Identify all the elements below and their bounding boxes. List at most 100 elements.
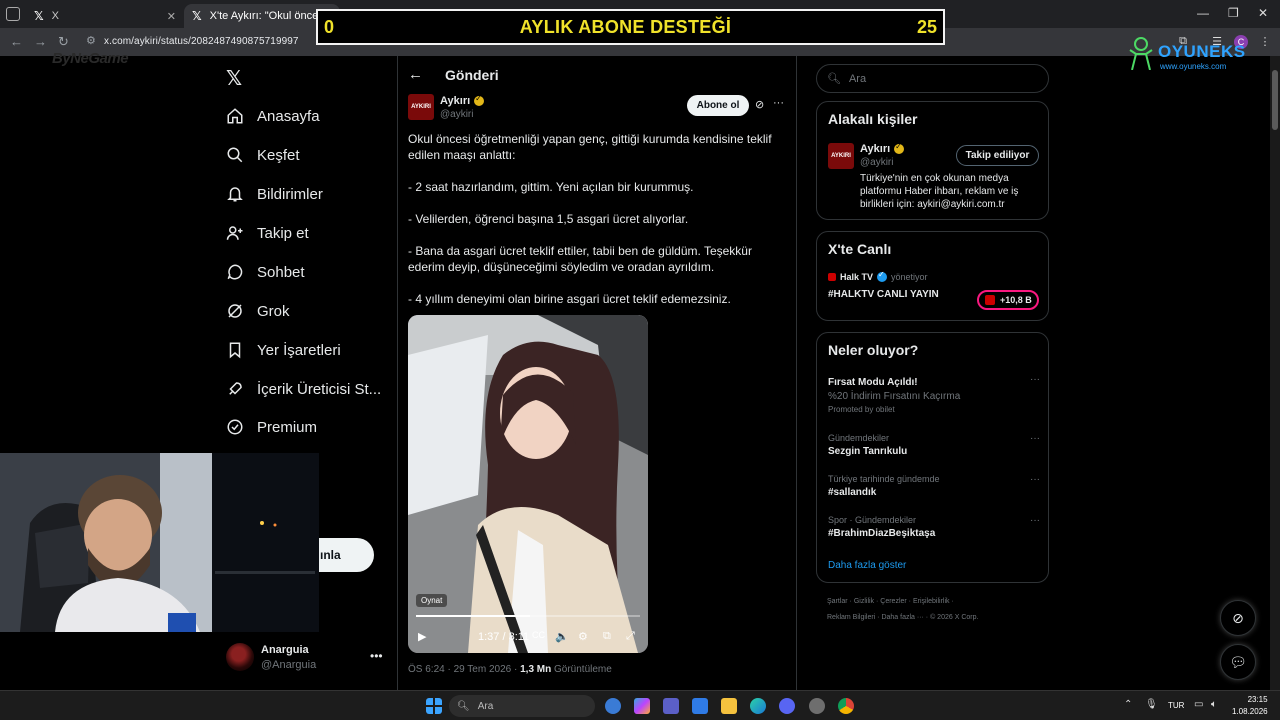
fullscreen-icon[interactable]: ⤢ bbox=[626, 630, 635, 643]
more-icon[interactable]: ••• bbox=[370, 649, 383, 663]
reload-icon[interactable]: ↻ bbox=[58, 34, 69, 50]
trend-promo: Promoted by obilet bbox=[828, 405, 895, 414]
volume-icon[interactable]: 🔈︎ bbox=[1211, 699, 1217, 710]
more-icon[interactable]: ··· bbox=[1030, 474, 1040, 485]
teams-icon[interactable] bbox=[663, 698, 679, 714]
search-icon bbox=[227, 147, 243, 163]
more-icon[interactable]: ··· bbox=[773, 97, 784, 109]
live-listeners: +10,8 B bbox=[1000, 295, 1032, 305]
trends-panel: Neler oluyor? Fırsat Modu Açıldı! %20 İn… bbox=[816, 332, 1049, 583]
sidebar-item-home[interactable]: Anasayfa bbox=[226, 102, 320, 130]
live-listeners-pill[interactable]: +10,8 B bbox=[977, 290, 1039, 310]
post-datetime[interactable]: ÖS 6:24 · 29 Tem 2026 · bbox=[408, 664, 520, 675]
subscribe-button[interactable]: Abone ol bbox=[687, 95, 749, 116]
app-icon[interactable] bbox=[605, 698, 621, 714]
discord-icon[interactable] bbox=[779, 698, 795, 714]
sidebar-item-follow[interactable]: Takip et bbox=[226, 219, 309, 247]
scrollbar[interactable] bbox=[1270, 56, 1280, 690]
minimize-icon[interactable]: — bbox=[1197, 6, 1209, 20]
taskbar-search-input[interactable]: 🔍︎ Ara bbox=[449, 695, 595, 717]
window-close-icon[interactable]: ✕ bbox=[1258, 6, 1268, 20]
sidebar-item-premium[interactable]: Premium bbox=[226, 413, 317, 441]
taskbar-clock[interactable]: 23:15 1.08.2026 bbox=[1232, 694, 1268, 718]
add-user-icon bbox=[226, 226, 243, 240]
related-avatar[interactable]: AYKIRI bbox=[828, 143, 854, 169]
live-panel: X'te Canlı Halk TV yönetiyor #HALKTV CAN… bbox=[816, 231, 1049, 321]
chrome-icon[interactable] bbox=[838, 698, 854, 714]
network-icon[interactable]: ▭ bbox=[1194, 699, 1203, 710]
more-icon[interactable]: ··· bbox=[1030, 374, 1040, 385]
author-avatar[interactable]: AYKIRI bbox=[408, 94, 434, 120]
grok-fab-icon[interactable]: ⊘ bbox=[1220, 600, 1256, 636]
live-stream-title[interactable]: #HALKTV CANLI YAYIN bbox=[828, 289, 939, 300]
more-icon[interactable]: ··· bbox=[1030, 433, 1040, 444]
search-icon: 🔍︎ bbox=[827, 73, 841, 85]
pip-icon[interactable]: ⧉ bbox=[603, 630, 611, 643]
x-logo-icon[interactable]: 𝕏 bbox=[226, 66, 242, 91]
sidebar-item-label: Yer İşaretleri bbox=[257, 341, 341, 359]
sidebar-item-bookmarks[interactable]: Yer İşaretleri bbox=[226, 336, 341, 364]
file-explorer-icon[interactable] bbox=[721, 698, 737, 714]
trend-item[interactable]: Fırsat Modu Açıldı! %20 İndirim Fırsatın… bbox=[828, 374, 1040, 414]
trend-item[interactable]: Türkiye tarihinde gündemde #sallandık ··… bbox=[828, 474, 1040, 498]
footer-links[interactable]: Reklam Bilgileri · Daha fazla ··· · © 20… bbox=[827, 614, 978, 621]
related-handle[interactable]: @aykiri bbox=[860, 157, 894, 168]
play-icon[interactable]: ▶ bbox=[418, 630, 426, 643]
maximize-icon[interactable]: ❐ bbox=[1228, 6, 1239, 20]
trend-title: #BrahimDiazBeşiktaşa bbox=[828, 528, 936, 539]
scrollbar-thumb[interactable] bbox=[1272, 70, 1278, 130]
store-icon[interactable] bbox=[692, 698, 708, 714]
messages-fab-icon[interactable]: 💬︎ bbox=[1220, 644, 1256, 680]
edge-icon[interactable] bbox=[750, 698, 766, 714]
rocket-icon bbox=[229, 382, 242, 395]
url-field[interactable]: x.com/aykiri/status/2082487490875719997 bbox=[104, 36, 299, 47]
sidebar-item-notifications[interactable]: Bildirimler bbox=[226, 180, 323, 208]
account-switcher[interactable]: Anarguia @Anarguia ••• bbox=[226, 643, 386, 675]
sidebar-item-grok[interactable]: Grok bbox=[226, 297, 290, 325]
related-name[interactable]: Aykırı bbox=[860, 142, 905, 155]
windows-start-icon[interactable] bbox=[426, 698, 442, 714]
search-placeholder: Ara bbox=[848, 72, 867, 85]
sidebar-item-chat[interactable]: Sohbet bbox=[226, 258, 305, 286]
column-divider bbox=[397, 56, 398, 690]
verified-icon bbox=[227, 419, 243, 435]
video-player[interactable]: Oynat ▶ 1:37 / 3:11 CC 🔈 ⚙ ⧉ ⤢ bbox=[408, 315, 648, 653]
trend-item[interactable]: Gündemdekiler Sezgin Tanrıkulu ··· bbox=[828, 433, 1040, 457]
microphone-icon[interactable]: 🎙︎ bbox=[1145, 699, 1158, 710]
footer-links[interactable]: Şartlar · Gizlilik · Çerezler · Erişileb… bbox=[827, 598, 954, 605]
trend-item[interactable]: Spor · Gündemdekiler #BrahimDiazBeşiktaş… bbox=[828, 515, 1040, 539]
show-more-link[interactable]: Daha fazla göster bbox=[828, 560, 906, 571]
video-progress-bar[interactable] bbox=[416, 615, 640, 617]
following-button[interactable]: Takip ediliyor bbox=[956, 145, 1039, 166]
live-host[interactable]: Halk TV yönetiyor bbox=[828, 270, 928, 282]
captions-icon[interactable]: CC bbox=[532, 630, 545, 640]
post-paragraph: - Bana da asgari ücret teklif ettiler, t… bbox=[408, 244, 752, 274]
forward-icon[interactable]: → bbox=[34, 34, 47, 49]
tab-actions-icon[interactable] bbox=[6, 7, 20, 21]
close-icon[interactable]: ✕ bbox=[167, 10, 176, 23]
sidebar-item-creator-studio[interactable]: İçerik Üreticisi St... bbox=[226, 375, 381, 403]
verified-badge-icon bbox=[894, 142, 905, 154]
app-icon[interactable] bbox=[809, 698, 825, 714]
sidebar-item-explore[interactable]: Keşfet bbox=[226, 141, 300, 169]
browser-tab-1[interactable]: 𝕏 X ✕ bbox=[26, 4, 184, 28]
brand-logo-right: OYUNEKS www.oyuneks.com bbox=[1128, 36, 1248, 76]
account-handle: @Anarguia bbox=[261, 659, 317, 671]
grok-icon[interactable]: ⊘ bbox=[755, 98, 764, 111]
back-arrow-icon[interactable]: ← bbox=[408, 66, 423, 83]
menu-icon[interactable]: ⋮ bbox=[1258, 35, 1272, 49]
site-info-icon[interactable]: ⚙ bbox=[86, 34, 96, 47]
copilot-icon[interactable] bbox=[634, 698, 650, 714]
search-input[interactable]: 🔍︎ Ara bbox=[816, 64, 1049, 93]
trend-title: #sallandık bbox=[828, 487, 877, 498]
back-icon[interactable]: ← bbox=[10, 34, 23, 49]
tray-chevron-icon[interactable]: ⌃ bbox=[1124, 699, 1132, 710]
settings-icon[interactable]: ⚙ bbox=[578, 630, 588, 643]
input-language[interactable]: TUR bbox=[1168, 701, 1184, 710]
author-handle[interactable]: @aykiri bbox=[440, 109, 474, 120]
gamer-mascot-icon bbox=[1129, 37, 1153, 70]
volume-icon[interactable]: 🔈 bbox=[555, 630, 569, 643]
more-icon[interactable]: ··· bbox=[1030, 515, 1040, 526]
panel-title: Alakalı kişiler bbox=[828, 111, 918, 127]
author-name[interactable]: Aykırı bbox=[440, 94, 485, 107]
